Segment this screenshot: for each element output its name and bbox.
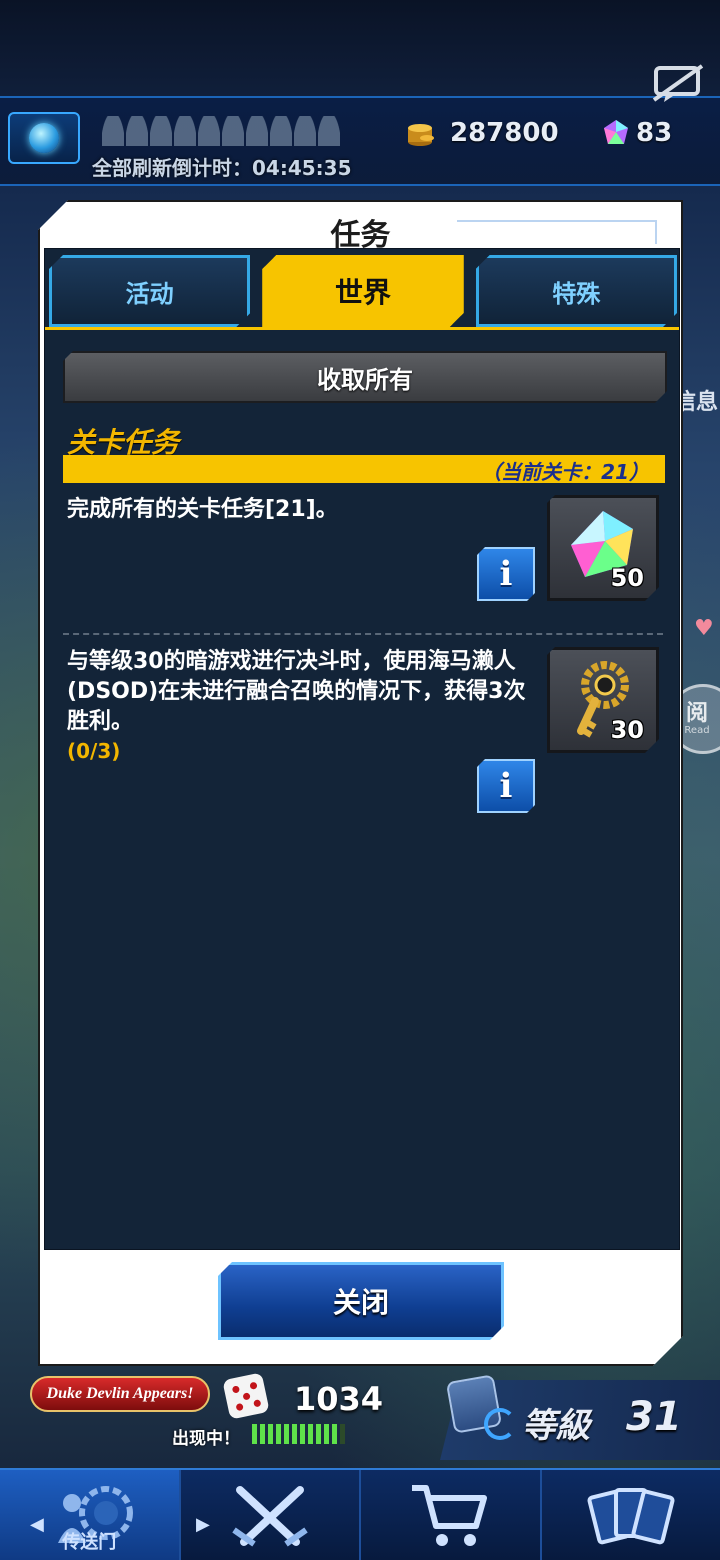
reward-slot[interactable]: 30 bbox=[547, 647, 659, 753]
event-status: 出现中！ bbox=[172, 1429, 240, 1449]
event-banner[interactable]: Duke Devlin Appears! bbox=[30, 1376, 210, 1412]
gem-amount: 83 bbox=[636, 118, 673, 148]
info-button[interactable]: i bbox=[477, 547, 535, 601]
info-icon: i bbox=[499, 766, 513, 806]
nav-item-portal[interactable]: ◀ ▶ 传送门 bbox=[0, 1470, 210, 1560]
tab-event[interactable]: 活动 bbox=[49, 255, 250, 327]
mission-dialog: 任务 活动 世界 特殊 收取所有 关卡任务 （当前关卡：21） 完成所有的关卡任… bbox=[38, 200, 683, 1366]
dice-count: 1034 bbox=[294, 1380, 384, 1418]
current-stage-label: （当前关卡：21） bbox=[481, 460, 649, 484]
deck-cards-icon bbox=[587, 1488, 675, 1545]
reward-count: 30 bbox=[610, 716, 644, 744]
mission-description: 与等级30的暗游戏进行决斗时，使用海马濑人(DSOD)在未进行融合召唤的情况下，… bbox=[67, 649, 526, 734]
globe-icon bbox=[29, 123, 59, 153]
event-progress-bar bbox=[252, 1424, 345, 1444]
mission-description: 完成所有的关卡任务[21]。 bbox=[67, 497, 338, 522]
nav-item-shop[interactable] bbox=[361, 1470, 542, 1560]
info-button[interactable]: i bbox=[477, 759, 535, 813]
level-label: 等級 bbox=[522, 1406, 590, 1446]
world-button[interactable] bbox=[8, 112, 80, 164]
nav-item-deck[interactable] bbox=[542, 1470, 720, 1560]
claim-all-button[interactable]: 收取所有 bbox=[63, 351, 667, 403]
tab-special[interactable]: 特殊 bbox=[476, 255, 677, 327]
read-label: 阅 bbox=[685, 700, 708, 726]
info-icon: i bbox=[499, 554, 513, 594]
tab-bar: 活动 世界 特殊 bbox=[49, 255, 677, 327]
tab-world[interactable]: 世界 bbox=[262, 255, 463, 327]
gem-currency-icon bbox=[604, 120, 628, 144]
shop-cart-icon bbox=[412, 1485, 488, 1546]
mission-progress: (0/3) bbox=[67, 739, 121, 763]
gold-amount: 287800 bbox=[450, 118, 559, 148]
dice-icon bbox=[222, 1372, 270, 1420]
reward-slot[interactable]: 50 bbox=[547, 495, 659, 601]
player-avatar-row bbox=[102, 116, 340, 146]
heart-icon: ♥ bbox=[694, 616, 714, 641]
nav-item-duel[interactable] bbox=[181, 1470, 361, 1560]
close-button[interactable]: 关闭 bbox=[218, 1262, 504, 1340]
bottom-nav: ◀ ▶ 传送门 bbox=[0, 1468, 720, 1560]
section-bar: （当前关卡：21） bbox=[63, 455, 665, 483]
tab-underline bbox=[45, 327, 679, 330]
level-value: 31 bbox=[626, 1394, 682, 1440]
mission-item: 与等级30的暗游戏进行决斗时，使用海马濑人(DSOD)在未进行融合召唤的情况下，… bbox=[63, 647, 667, 817]
read-sub-label: Read bbox=[684, 724, 710, 736]
duel-swords-icon bbox=[232, 1486, 308, 1547]
sync-icon bbox=[484, 1408, 516, 1440]
mission-item: 完成所有的关卡任务[21]。 i 50 bbox=[63, 495, 667, 625]
dialog-panel: 活动 世界 特殊 收取所有 关卡任务 （当前关卡：21） 完成所有的关卡任务[2… bbox=[44, 248, 680, 1250]
chat-off-icon[interactable] bbox=[650, 62, 706, 104]
reward-count: 50 bbox=[610, 564, 644, 592]
gold-coin-icon bbox=[408, 124, 434, 146]
nav-portal-label: 传送门 bbox=[62, 1532, 117, 1553]
refresh-countdown: 全部刷新倒计时：04:45:35 bbox=[92, 156, 352, 180]
mission-divider bbox=[63, 633, 663, 635]
